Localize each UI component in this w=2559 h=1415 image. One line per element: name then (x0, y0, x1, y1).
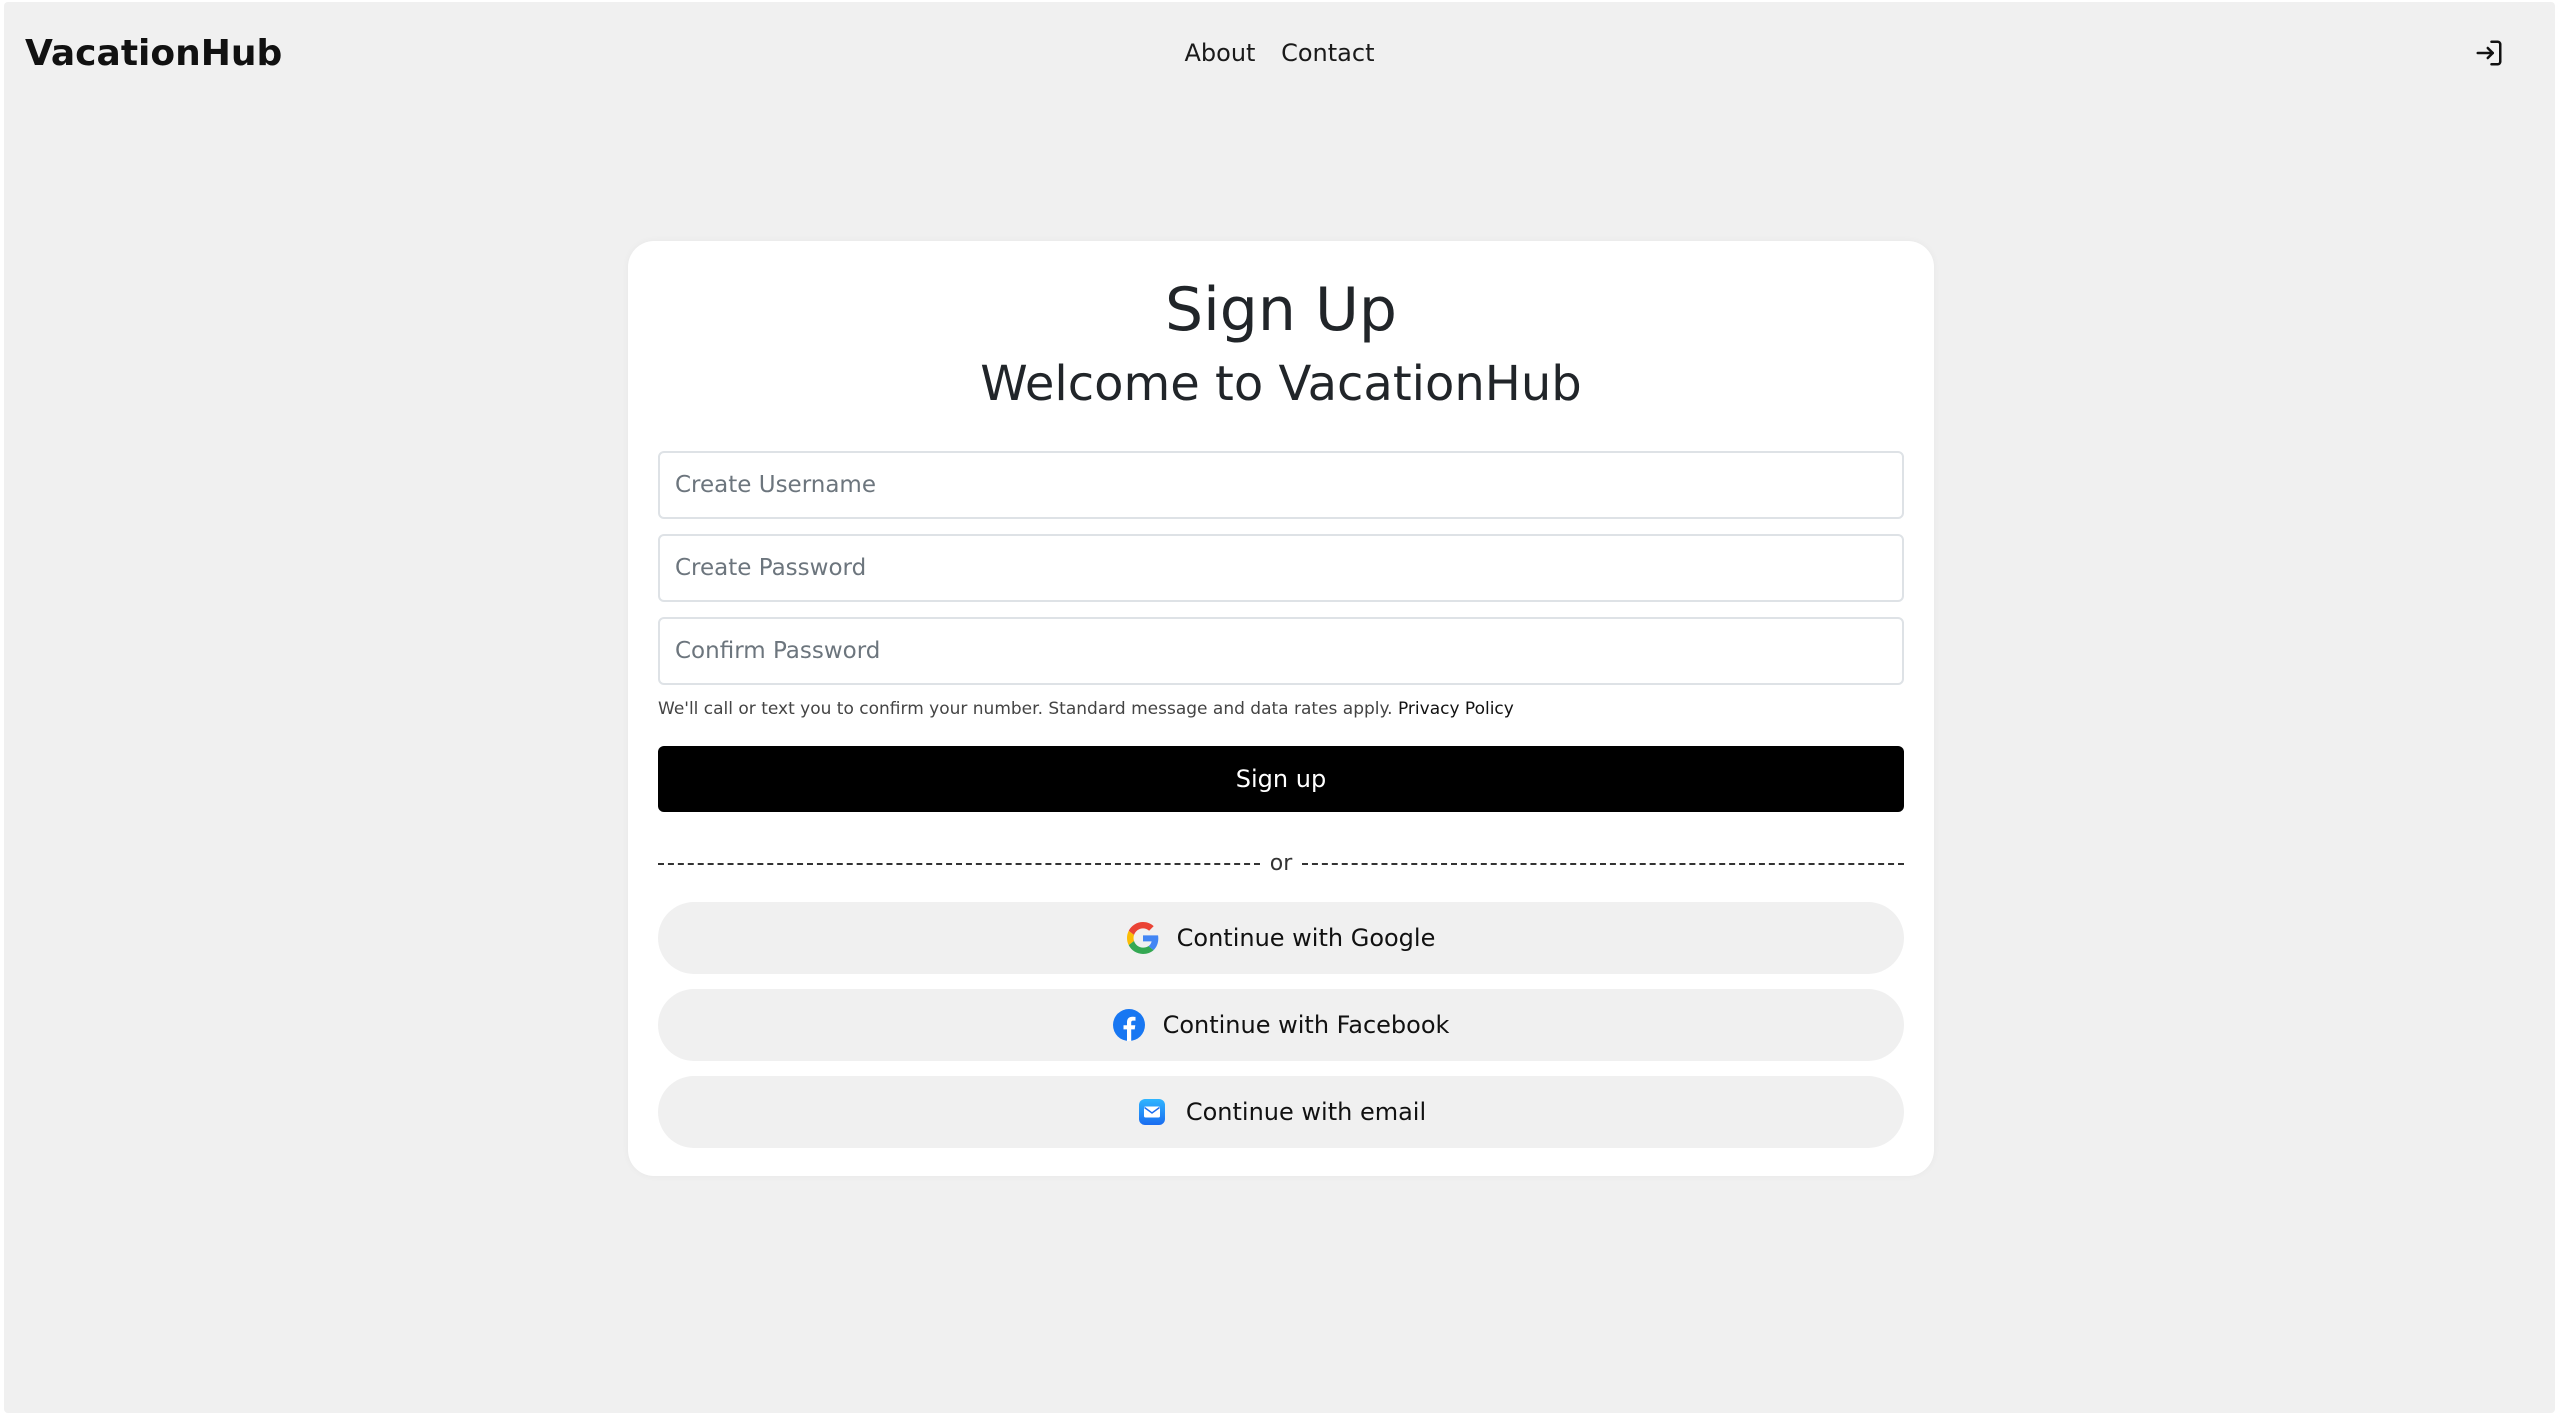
login-button[interactable] (2472, 36, 2506, 70)
divider-line-right (1302, 863, 1905, 865)
continue-with-facebook-button[interactable]: Continue with Facebook (658, 989, 1904, 1061)
help-text: We'll call or text you to confirm your n… (658, 697, 1514, 721)
google-icon (1126, 922, 1159, 954)
login-icon (2476, 40, 2502, 66)
signup-card: Sign Up Welcome to VacationHub We'll cal… (628, 241, 1934, 1176)
nav-link-about[interactable]: About (1185, 39, 1256, 67)
privacy-policy-link[interactable]: Privacy Policy (1398, 699, 1514, 719)
page-title: Sign Up (1165, 275, 1397, 345)
page-background: VacationHub About Contact Sign Up Welcom… (4, 2, 2555, 1413)
help-text-message: We'll call or text you to confirm your n… (658, 699, 1393, 719)
divider-line-left (658, 863, 1260, 865)
or-divider: or (658, 849, 1905, 879)
continue-with-google-label: Continue with Google (1176, 924, 1436, 952)
facebook-icon (1112, 1009, 1145, 1041)
continue-with-google-button[interactable]: Continue with Google (658, 902, 1904, 974)
continue-with-facebook-label: Continue with Facebook (1162, 1011, 1450, 1039)
email-icon (1136, 1096, 1168, 1128)
username-input[interactable] (658, 451, 1904, 519)
continue-with-email-label: Continue with email (1185, 1098, 1427, 1126)
confirm-password-input[interactable] (658, 617, 1904, 685)
welcome-subtitle: Welcome to VacationHub (980, 356, 1582, 412)
divider-text: or (1269, 851, 1293, 876)
continue-with-email-button[interactable]: Continue with email (658, 1076, 1904, 1148)
password-input[interactable] (658, 534, 1904, 602)
signup-button[interactable]: Sign up (658, 746, 1904, 812)
top-nav: About Contact (4, 36, 2555, 70)
nav-link-contact[interactable]: Contact (1281, 39, 1374, 67)
